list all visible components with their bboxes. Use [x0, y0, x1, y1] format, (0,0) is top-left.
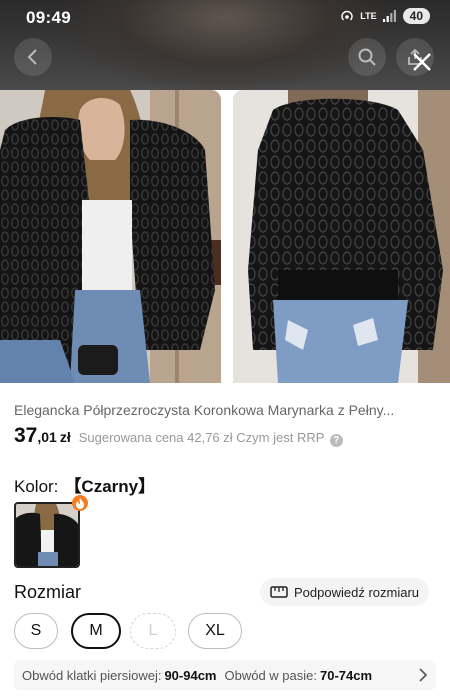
status-time: 09:49: [26, 8, 71, 27]
size-option-s[interactable]: S: [14, 613, 58, 649]
size-option-label: S: [30, 622, 42, 639]
color-swatch-image: [16, 504, 78, 566]
product-photo-front-image: [0, 90, 221, 383]
product-photo-back-image: [233, 90, 450, 383]
search-icon: [358, 48, 376, 66]
size-option-label: XL: [205, 622, 225, 639]
color-selector-label: Kolor: 【Czarny】: [14, 472, 155, 497]
rrp-text: Sugerowana cena 42,76 zł Czym jest RRP: [78, 430, 325, 445]
search-button[interactable]: [348, 38, 386, 76]
hot-badge: [72, 495, 88, 511]
chest-label: Obwód klatki piersiowej:: [22, 667, 162, 683]
size-option-label: M: [89, 622, 103, 639]
product-photo-front[interactable]: [0, 90, 221, 383]
waist-value: 70-74cm: [320, 667, 373, 683]
size-label: Rozmiar: [14, 582, 82, 602]
close-icon: [413, 53, 431, 71]
rrp-info[interactable]: Sugerowana cena 42,76 zł Czym jest RRP ?: [79, 430, 343, 447]
hotspot-icon: [341, 10, 353, 21]
top-bar: 09:49 LTE 40: [0, 0, 450, 90]
size-measurements[interactable]: Obwód klatki piersiowej: 90-94cm Obwód w…: [14, 660, 436, 690]
network-type: LTE: [360, 10, 377, 21]
price-cents: ,01: [37, 429, 57, 445]
price-row: 37,01 zł Sugerowana cena 42,76 zł Czym je…: [14, 424, 343, 448]
size-hint-button[interactable]: Podpowiedź rozmiaru: [260, 578, 430, 606]
ruler-icon: [270, 586, 288, 598]
price-currency: zł: [59, 429, 71, 445]
size-option-m[interactable]: M: [71, 613, 121, 649]
price: 37,01 zł: [14, 424, 71, 448]
product-photo-back[interactable]: [233, 90, 450, 383]
waist-label: Obwód w pasie:: [224, 667, 318, 683]
status-icons: LTE 40: [340, 8, 430, 24]
color-swatch-black[interactable]: [14, 502, 80, 568]
chevron-right-icon: [419, 668, 428, 682]
product-title: Elegancka Półprzezroczysta Koronkowa Mar…: [14, 402, 395, 418]
size-option-l[interactable]: L: [130, 613, 176, 649]
size-hint-label: Podpowiedź rozmiaru: [294, 584, 420, 600]
color-label: Kolor:: [14, 477, 59, 496]
chevron-left-icon: [27, 49, 37, 65]
back-button[interactable]: [14, 38, 52, 76]
status-bar: 09:49 LTE 40: [0, 0, 450, 34]
image-gallery[interactable]: [0, 90, 450, 383]
color-value: 【Czarny】: [64, 477, 156, 496]
fire-icon: [76, 497, 84, 509]
signal-icon: [382, 10, 396, 22]
price-main: 37: [14, 424, 38, 447]
question-icon[interactable]: ?: [329, 434, 343, 447]
battery-level: 40: [402, 8, 430, 24]
close-button[interactable]: [408, 48, 436, 76]
chest-value: 90-94cm: [164, 667, 217, 683]
size-option-xl[interactable]: XL: [188, 613, 242, 649]
size-option-label: L: [148, 622, 158, 639]
